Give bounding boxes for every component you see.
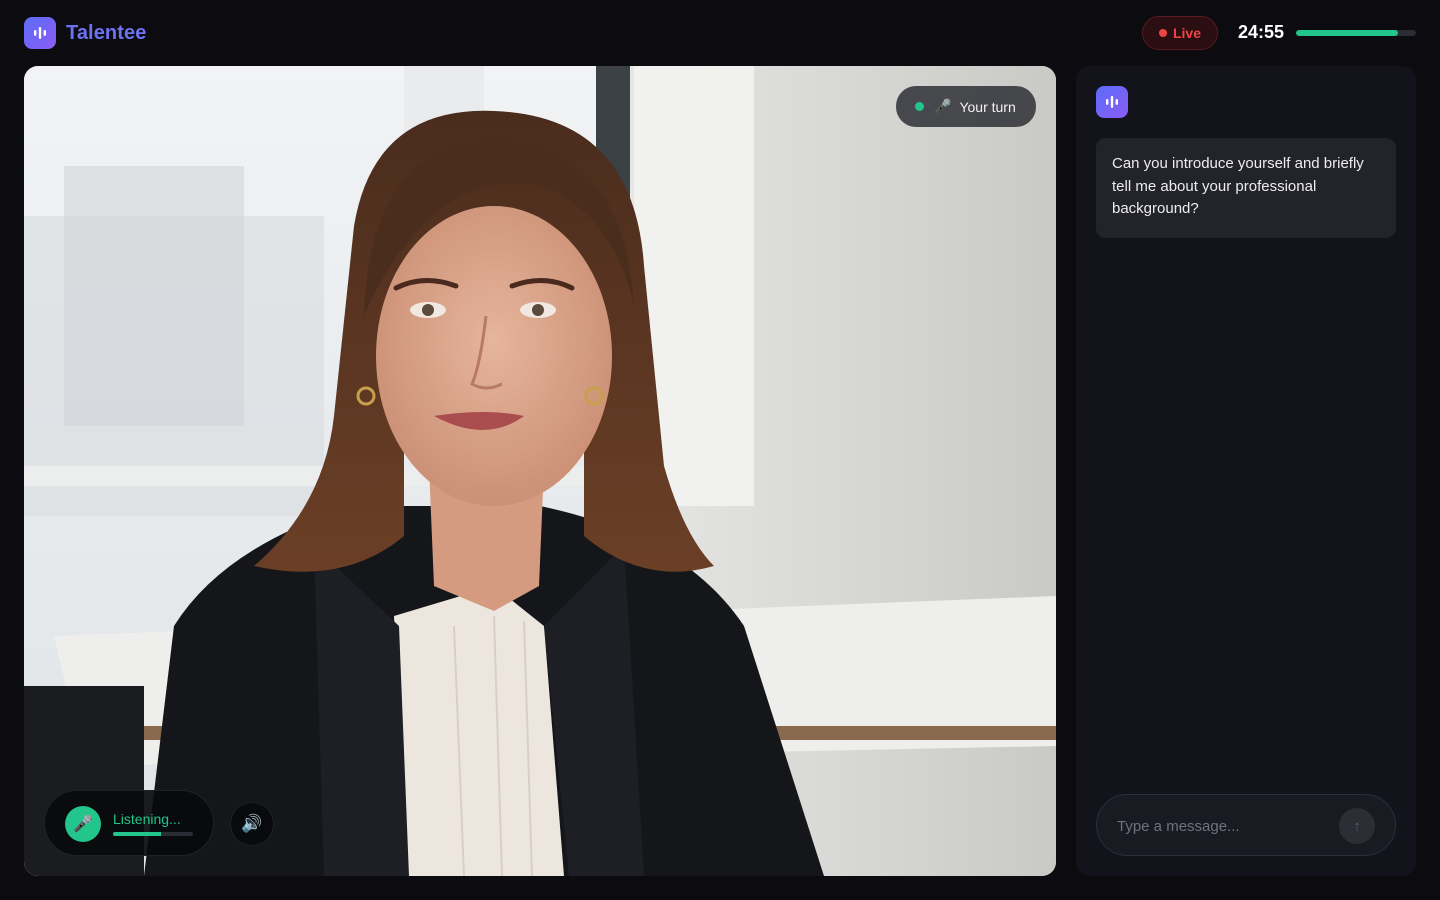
send-button[interactable]: ↑ [1339,808,1375,844]
message-input[interactable] [1117,813,1327,839]
audio-bars-icon [24,17,56,49]
interviewer-video-image [24,66,1056,876]
brand[interactable]: Talentee [24,17,146,49]
microphone-icon[interactable]: 🎤 [65,806,101,842]
audio-level-fill [113,832,161,836]
top-bar: Talentee Live 24:55 [0,0,1440,66]
audio-bars-icon [1096,86,1128,118]
listening-indicator: 🎤 Listening... [44,790,214,856]
turn-label: Your turn [959,98,1016,115]
time-progress-bar [1296,30,1416,36]
audio-level-bar [113,832,193,836]
chat-panel: Can you introduce yourself and briefly t… [1076,66,1416,876]
arrow-up-icon: ↑ [1353,817,1361,835]
live-label: Live [1172,25,1201,41]
brand-name: Talentee [66,21,147,44]
turn-indicator: 🎤 Your turn [896,86,1036,127]
video-feed: 🎤 Your turn 🎤 Listening... 🔊 [24,66,1056,876]
chat-message: Can you introduce yourself and briefly t… [1096,138,1396,238]
listening-label: Listening... [113,811,181,827]
message-composer: ↑ [1096,794,1396,856]
live-dot-icon [1158,29,1167,37]
speaker-icon[interactable]: 🔊 [230,802,274,846]
live-badge: Live [1142,16,1218,50]
microphone-icon: 🎤 [934,98,952,114]
time-progress-fill [1296,30,1398,36]
status-dot-icon [915,102,924,111]
session-timer: 24:55 [1238,22,1285,42]
